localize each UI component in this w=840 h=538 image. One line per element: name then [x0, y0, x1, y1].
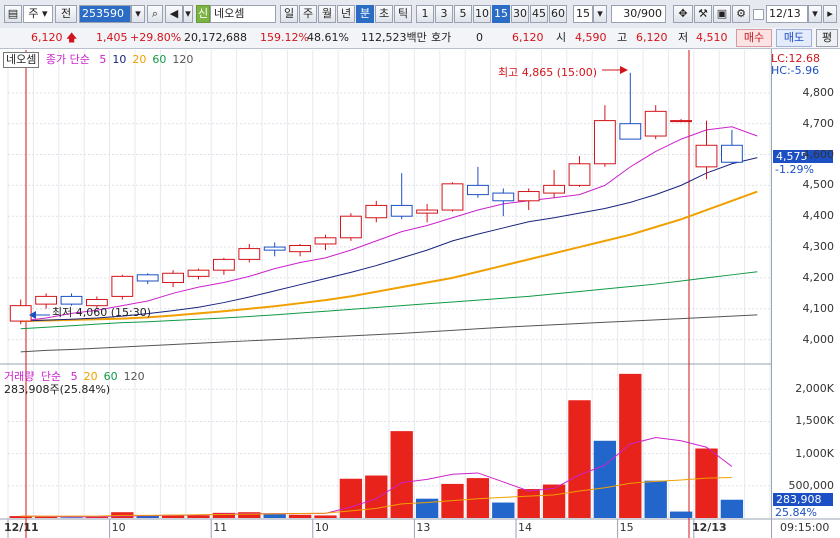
current-pct-label: -1.29%	[775, 163, 814, 176]
candle	[314, 237, 337, 245]
volume-bar	[288, 514, 312, 518]
time-label: 10	[314, 521, 329, 534]
candle	[720, 144, 743, 163]
price-tick: 4,300	[802, 240, 835, 254]
volume-bar	[60, 517, 83, 518]
candle	[136, 274, 159, 282]
price-tick: 4,600	[802, 147, 835, 161]
volume-bar	[568, 400, 591, 518]
price-tick: 4,200	[802, 270, 835, 284]
hc-label: HC:-5.96	[771, 64, 820, 77]
price-tick: 4,700	[802, 116, 835, 130]
volume-bar	[365, 475, 388, 518]
volume-tick: 2,000K	[795, 382, 834, 396]
volume-bar	[644, 480, 667, 518]
volume-bar	[314, 515, 337, 518]
candle	[9, 305, 32, 322]
candle	[60, 295, 83, 305]
volume-bar	[263, 514, 286, 518]
volume-ma-period-120: 120	[123, 370, 145, 383]
high-marker-arrow	[620, 66, 628, 74]
candle	[289, 245, 312, 253]
candle	[187, 269, 210, 277]
time-label: 13	[416, 521, 431, 534]
chart-svg[interactable]	[0, 0, 840, 538]
candle	[492, 192, 515, 202]
candle	[517, 191, 540, 202]
price-tick: 4,800	[802, 85, 835, 99]
ma-period-120: 120	[172, 53, 194, 66]
candle	[416, 209, 439, 214]
candle	[111, 275, 134, 297]
volume-bar	[619, 373, 642, 518]
current-volume-tag: 283,908	[773, 493, 833, 506]
candle	[644, 110, 667, 137]
candle	[35, 295, 58, 305]
time-label: 15	[619, 521, 634, 534]
volume-bar	[492, 502, 515, 518]
volume-current: 283,908주(25.84%)	[4, 383, 111, 396]
price-tick: 4,500	[802, 178, 835, 192]
candle	[466, 184, 489, 196]
candle	[339, 215, 362, 239]
candle	[365, 204, 388, 219]
candle	[543, 184, 566, 194]
time-label: 10	[111, 521, 126, 534]
price-tick: 4,000	[802, 332, 835, 346]
candle	[568, 163, 591, 186]
volume-tick: 1,500K	[795, 414, 834, 428]
volume-bar	[187, 515, 210, 518]
volume-bar	[593, 440, 617, 518]
stock-tag[interactable]: 네오셈	[3, 52, 40, 68]
candle	[670, 120, 693, 123]
ma-period-5: 5	[99, 53, 107, 66]
candle	[238, 248, 261, 260]
candle	[390, 204, 413, 217]
volume-tick: 500,000	[788, 478, 835, 492]
ma-period-60: 60	[152, 53, 167, 66]
volume-bar	[720, 499, 744, 518]
high-annotation: 최고 4,865 (15:00)	[498, 66, 598, 79]
ma-period-20: 20	[132, 53, 147, 66]
time-label: 12/13	[692, 521, 727, 534]
candle	[212, 258, 235, 271]
price-tick: 4,100	[802, 301, 835, 315]
time-label: 12/11	[4, 521, 39, 534]
volume-bar	[695, 448, 718, 518]
candle	[263, 246, 286, 251]
candle	[695, 144, 718, 168]
current-volume-pct: 25.84%	[775, 506, 817, 519]
price-legend: 네오셈 종가 단순 5 10 20 60 120	[3, 52, 193, 68]
volume-tick: 1,000K	[795, 446, 834, 460]
price-tick: 4,400	[802, 209, 835, 223]
ma-label: 종가 단순	[45, 53, 90, 66]
time-label: 14	[518, 521, 532, 534]
candle	[441, 183, 464, 211]
ma-periods: 5 10 20 60 120	[93, 53, 193, 66]
volume-bar	[238, 512, 261, 518]
candle	[162, 272, 185, 284]
volume-bar	[669, 511, 693, 518]
volume-bar	[517, 489, 540, 518]
ma-period-10: 10	[112, 53, 127, 66]
low-annotation: 최저 4,060 (15:30)	[52, 306, 152, 319]
time-label: 11	[213, 521, 228, 534]
candle	[593, 120, 616, 165]
time-readout: 09:15:00	[780, 521, 830, 534]
candle	[619, 123, 642, 140]
